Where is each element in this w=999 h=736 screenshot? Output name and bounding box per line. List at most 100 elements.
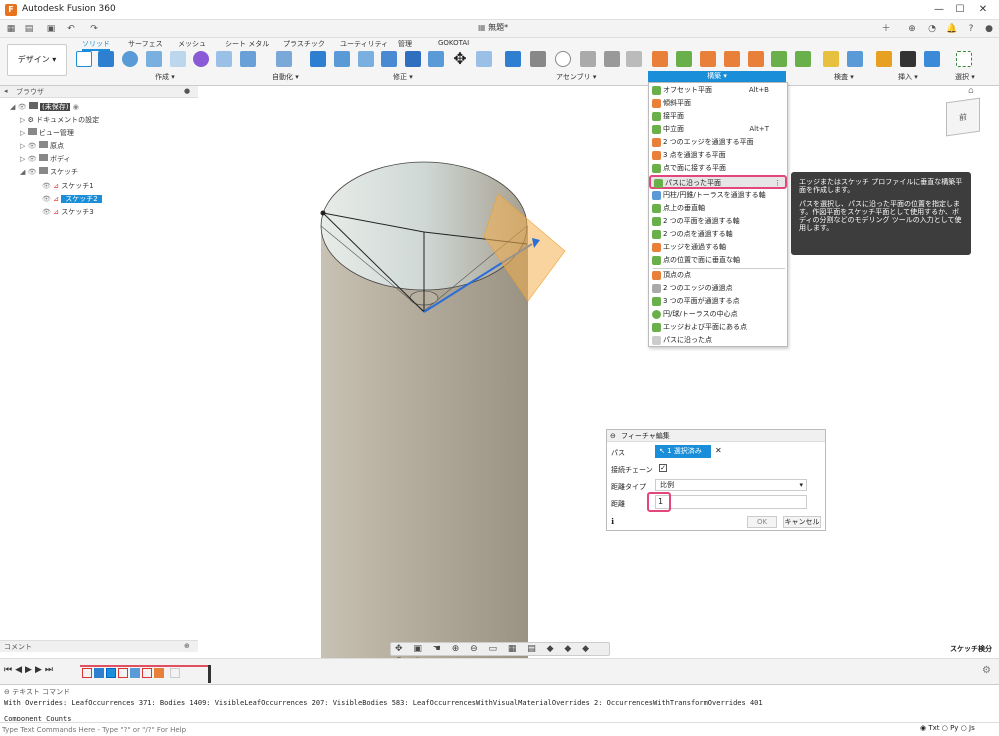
grid-icon[interactable]: ▦ <box>5 23 17 35</box>
group-automate[interactable]: 自動化 ▾ <box>272 72 299 82</box>
navigation-bar[interactable]: ✥ ▣ ☚ ⊕ ⊖ ▭ ▦ ▤ ◆ ◆ ◆ ◎ ◇ <box>390 642 610 666</box>
menu-item-point-at-vertex[interactable]: 頂点の点 <box>649 269 787 282</box>
insert-canvas-icon[interactable] <box>924 51 940 67</box>
group-inspect[interactable]: 検査 ▾ <box>834 72 854 82</box>
select-icon[interactable] <box>956 51 972 67</box>
menu-item-point-center[interactable]: 円/球/トーラスの中心点 <box>649 308 787 321</box>
section-analysis-icon[interactable] <box>847 51 863 67</box>
group-assemble[interactable]: アセンブリ ▾ <box>556 72 596 82</box>
timeline-playback-controls[interactable]: ⏮◀▶▶⏭ <box>4 665 56 675</box>
maximize-button[interactable]: ☐ <box>953 3 967 17</box>
clear-selection-icon[interactable]: ✕ <box>715 446 722 455</box>
tree-document-settings[interactable]: ▷ ⚙ ドキュメントの設定 <box>20 114 99 126</box>
save-icon[interactable]: ▣ <box>45 23 57 35</box>
path-selection-button[interactable]: ↖ 1 選択済み <box>655 445 711 458</box>
tab-mesh[interactable]: メッシュ <box>178 39 206 49</box>
extensions-icon[interactable]: ⊕ <box>906 23 918 35</box>
tree-origin[interactable]: ▷ 👁 原点 <box>20 140 64 152</box>
collapse-icon[interactable]: ◂ <box>4 87 8 95</box>
info-icon[interactable]: ℹ <box>611 517 614 526</box>
timeline-sketch3-icon[interactable] <box>142 668 152 678</box>
menu-item-plane-two-edges[interactable]: 2 つのエッジを通過する平面 <box>649 136 787 149</box>
tree-bodies[interactable]: ▷ 👁 ボディ <box>20 153 71 165</box>
menu-item-axis-perpendicular-at-point[interactable]: 点上の垂直軸 <box>649 202 787 215</box>
group-create[interactable]: 作成 ▾ <box>155 72 175 82</box>
tab-plastic[interactable]: プラスチック <box>283 39 325 49</box>
timeline-extrude-icon[interactable] <box>94 668 104 678</box>
timeline-future-icon[interactable] <box>170 668 180 678</box>
point-icon[interactable] <box>771 51 787 67</box>
script-mode-radios[interactable]: ◉ Txt ○ Py ○ Js <box>920 724 975 732</box>
comments-pin-icon[interactable]: ⊕ <box>184 642 190 650</box>
home-view-icon[interactable]: ⌂ <box>968 86 974 96</box>
tree-root[interactable]: ◢ 👁 (未保存) ◉ <box>10 101 79 113</box>
group-construct[interactable]: 構築 ▾ <box>648 71 786 82</box>
menu-item-tangent-plane[interactable]: 接平面 <box>649 110 787 123</box>
loft-icon[interactable] <box>216 51 232 67</box>
menu-item-plane-at-angle[interactable]: 傾斜平面 <box>649 97 787 110</box>
minimize-button[interactable]: — <box>932 3 946 17</box>
timeline-settings-icon[interactable]: ⚙ <box>982 665 991 676</box>
contact-icon[interactable] <box>626 51 642 67</box>
group-insert[interactable]: 挿入 ▾ <box>898 72 918 82</box>
motion-study-icon[interactable] <box>555 51 571 67</box>
timeline-sketch-icon[interactable] <box>82 668 92 678</box>
create-sketch-icon[interactable] <box>76 51 92 67</box>
align-icon[interactable] <box>476 51 492 67</box>
ok-button[interactable]: OK <box>747 516 777 528</box>
close-button[interactable]: ✕ <box>976 3 990 17</box>
workspace-dropdown[interactable]: デザイン ▾ <box>7 44 67 76</box>
tab-surface[interactable]: サーフェス <box>128 39 163 49</box>
menu-item-midplane[interactable]: 中立面 Alt+T <box>649 123 787 136</box>
cancel-button[interactable]: キャンセル <box>783 516 821 528</box>
tree-sketch-1[interactable]: 👁 ⊿ スケッチ1 <box>42 180 94 192</box>
tab-sheet-metal[interactable]: シート メタル <box>225 39 269 49</box>
measure-icon[interactable] <box>823 51 839 67</box>
joint-icon[interactable] <box>530 51 546 67</box>
mirror-icon[interactable] <box>240 51 256 67</box>
tab-gokotai[interactable]: GOKOTAI <box>438 39 469 47</box>
menu-item-axis-two-planes[interactable]: 2 つの平面を通過する軸 <box>649 215 787 228</box>
combine-icon[interactable] <box>405 51 421 67</box>
tab-manage[interactable]: 管理 <box>398 39 412 49</box>
fillet-icon[interactable] <box>334 51 350 67</box>
tree-sketches[interactable]: ◢ 👁 スケッチ <box>20 166 78 178</box>
menu-item-plane-along-path[interactable]: パスに沿った平面 ⋮ <box>649 175 787 189</box>
menu-item-point-edge-plane[interactable]: エッジおよび平面にある点 <box>649 321 787 334</box>
new-component-icon[interactable] <box>505 51 521 67</box>
insert-derive-icon[interactable] <box>876 51 892 67</box>
timeline-marker[interactable] <box>208 665 211 683</box>
group-modify[interactable]: 修正 ▾ <box>393 72 413 82</box>
tree-sketch-2[interactable]: 👁 ⊿ スケッチ2 <box>42 193 104 205</box>
extrude-icon[interactable] <box>98 51 114 67</box>
midplane-icon[interactable] <box>700 51 716 67</box>
drive-joints-icon[interactable] <box>604 51 620 67</box>
offset-plane-icon[interactable] <box>652 51 668 67</box>
distance-input[interactable]: 1 <box>647 492 671 512</box>
pin-icon[interactable]: ● <box>184 87 190 95</box>
shell-icon[interactable] <box>381 51 397 67</box>
press-pull-icon[interactable] <box>310 51 326 67</box>
undo-icon[interactable]: ↶ <box>65 23 77 35</box>
automate-icon[interactable] <box>276 51 292 67</box>
plane-three-points-icon[interactable] <box>724 51 740 67</box>
job-status-icon[interactable]: ◔ <box>926 23 938 35</box>
menu-item-offset-plane[interactable]: オフセット平面 Alt+B <box>649 84 787 97</box>
chamfer-icon[interactable] <box>358 51 374 67</box>
menu-item-plane-three-points[interactable]: 3 点を通過する平面 <box>649 149 787 162</box>
plane-along-path-icon[interactable] <box>795 51 811 67</box>
revolve-icon[interactable] <box>122 51 138 67</box>
hole-icon[interactable] <box>146 51 162 67</box>
timeline-selected-icon[interactable] <box>106 668 116 678</box>
group-select[interactable]: 選択 ▾ <box>955 72 975 82</box>
timeline-track[interactable] <box>80 665 211 683</box>
menu-item-point-along-path[interactable]: パスに沿った点 <box>649 334 787 347</box>
tab-solid[interactable]: ソリッド <box>82 39 110 51</box>
rigid-group-icon[interactable] <box>580 51 596 67</box>
text-command-input[interactable] <box>2 724 912 735</box>
axis-icon[interactable] <box>748 51 764 67</box>
notifications-icon[interactable]: 🔔 <box>946 23 958 35</box>
menu-item-point-three-planes[interactable]: 3 つの平面が通過する点 <box>649 295 787 308</box>
help-icon[interactable]: ? <box>965 23 977 35</box>
pattern-icon[interactable] <box>170 51 186 67</box>
